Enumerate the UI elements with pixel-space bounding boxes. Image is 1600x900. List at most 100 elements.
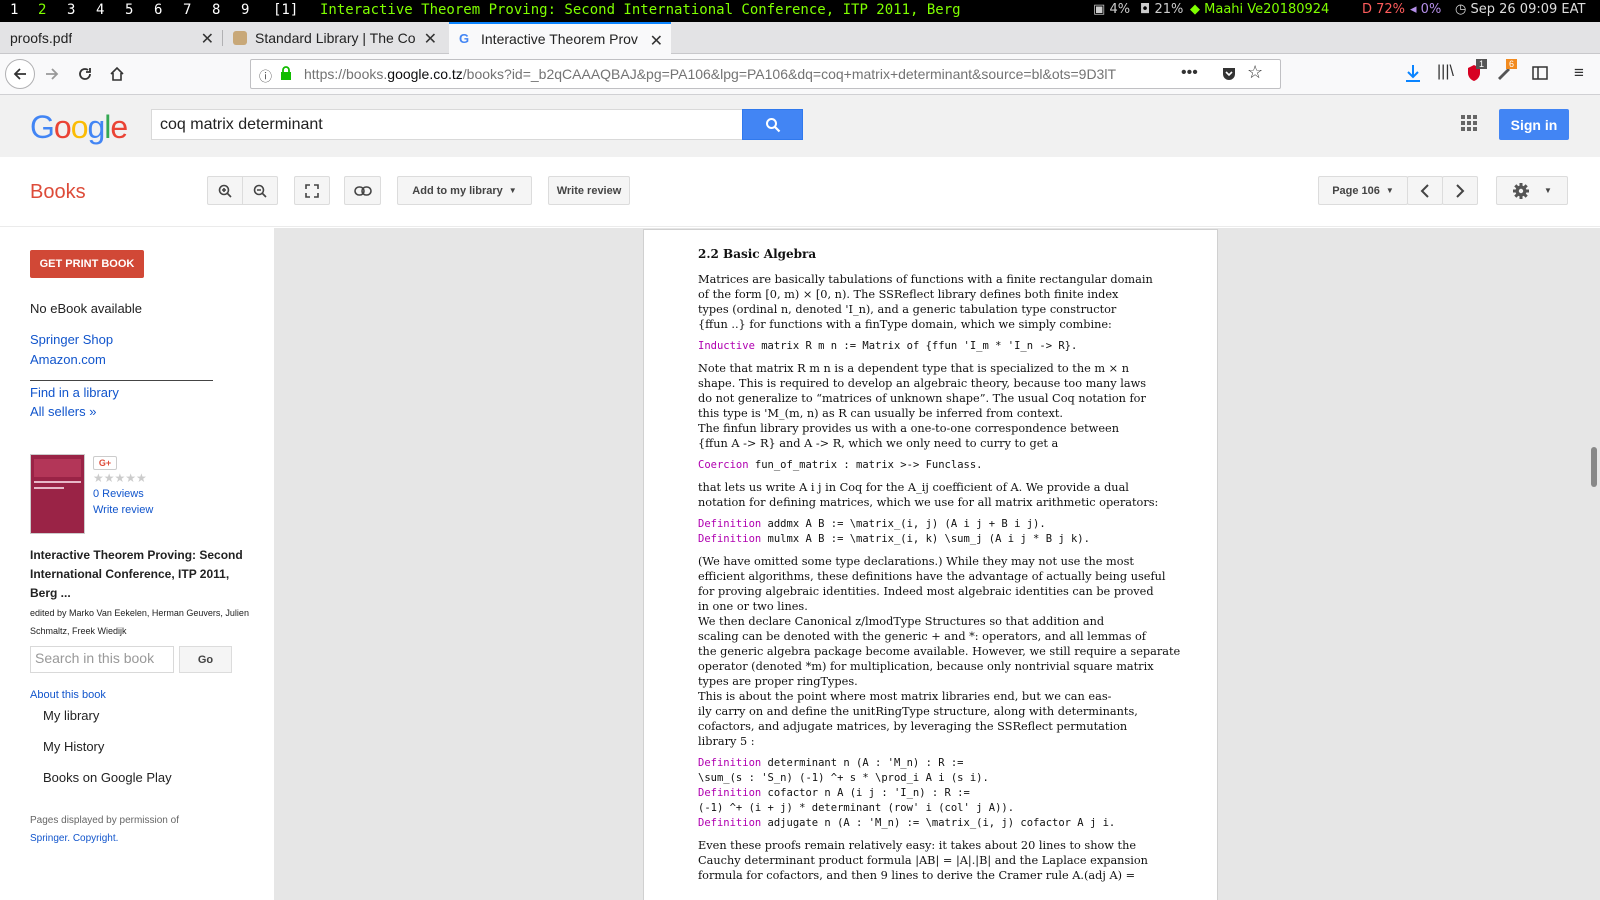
paragraph-line: Note that matrix R m n is a dependent ty… — [698, 362, 1130, 375]
code-text: fun_of_matrix : matrix >-> Funclass. — [748, 459, 983, 471]
workspace-2[interactable]: 2 — [38, 2, 46, 18]
code-text: adjugate n (A : 'M_n) := \matrix_(i, j) … — [761, 817, 1116, 829]
url-text[interactable]: https://books.google.co.tz/books?id=_b2q… — [304, 66, 1164, 82]
paragraph-line: We then declare Canonical z/lmodType Str… — [698, 615, 1105, 628]
all-sellers-link[interactable]: All sellers » — [30, 404, 96, 419]
close-icon[interactable]: ✕ — [201, 29, 214, 49]
caret-down-icon: ▼ — [1544, 186, 1552, 195]
close-icon[interactable]: ✕ — [650, 31, 663, 51]
books-label[interactable]: Books — [30, 181, 86, 204]
workspace-1[interactable]: 1 — [10, 2, 18, 18]
forward-arrow-icon[interactable] — [38, 60, 66, 88]
paragraph-line: ily carry on and define the unitRingType… — [698, 705, 1138, 718]
zoom-in-button[interactable] — [207, 176, 243, 205]
link-button[interactable] — [344, 176, 381, 205]
section-heading: 2.2 Basic Algebra — [698, 247, 817, 261]
book-page-viewer[interactable]: 2.2 Basic Algebra Matrices are basically… — [274, 228, 1600, 900]
sign-in-button[interactable]: Sign in — [1499, 109, 1569, 140]
paragraph-line: notation for defining matrices, which we… — [698, 496, 1159, 509]
apps-grid-icon[interactable] — [1461, 115, 1477, 131]
workspace-scratch[interactable]: [1] — [273, 2, 298, 18]
extension-icon[interactable]: 6 — [1496, 59, 1518, 85]
google-icon: G — [459, 31, 470, 46]
workspace-8[interactable]: 8 — [212, 2, 220, 18]
shield-icon[interactable]: 1 — [1466, 59, 1488, 87]
back-arrow-icon[interactable] — [5, 59, 35, 89]
my-history-link[interactable]: My History — [43, 739, 104, 754]
reload-icon[interactable] — [71, 60, 99, 88]
amazon-link[interactable]: Amazon.com — [30, 352, 106, 367]
go-button[interactable]: Go — [179, 646, 232, 673]
my-library-link[interactable]: My library — [43, 708, 99, 723]
pocket-icon[interactable] — [1221, 66, 1237, 87]
focused-window-title: Interactive Theorem Proving: Second Inte… — [320, 2, 961, 18]
bookmark-star-icon[interactable]: ☆ — [1247, 62, 1263, 83]
book-editors: edited by Marko Van Eekelen, Herman Geuv… — [30, 608, 249, 636]
battery-status: D 72% — [1362, 2, 1406, 17]
book-page: 2.2 Basic Algebra Matrices are basically… — [643, 229, 1218, 900]
code-line: Definition addmx A B := \matrix_(i, j) (… — [698, 517, 1046, 532]
info-icon[interactable]: ⓘ — [259, 66, 272, 85]
book-title: Interactive Theorem Proving: Second Inte… — [30, 548, 243, 600]
paragraph-line: efficient algorithms, these definitions … — [698, 570, 1166, 583]
about-book-link[interactable]: About this book — [30, 689, 106, 701]
volume-icon: ◂ — [1410, 2, 1417, 17]
paragraph-line: that lets us write A i j in Coq for the … — [698, 481, 1129, 494]
workspace-9[interactable]: 9 — [241, 2, 249, 18]
cpu-status: ▣ 4% — [1093, 2, 1130, 17]
wifi-status: ◆ Maahi Ve20180924 — [1190, 2, 1329, 17]
sidebar-toggle-icon[interactable] — [1532, 65, 1548, 86]
settings-button[interactable]: ▼ — [1496, 176, 1568, 205]
google-plus-icon[interactable]: G+ — [93, 456, 117, 470]
workspace-5[interactable]: 5 — [125, 2, 133, 18]
address-bar[interactable]: ⓘ https://books.google.co.tz/books?id=_b… — [250, 59, 1281, 89]
add-to-library-button[interactable]: Add to my library ▼ — [397, 176, 532, 205]
caret-down-icon: ▼ — [1385, 186, 1394, 195]
google-logo[interactable]: Google — [30, 109, 128, 146]
get-print-book-button[interactable]: GET PRINT BOOK — [30, 250, 144, 278]
page-actions-icon[interactable]: ••• — [1181, 64, 1198, 82]
code-line: Definition determinant n (A : 'M_n) : R … — [698, 756, 964, 771]
find-in-library-link[interactable]: Find in a library — [30, 385, 119, 400]
tab-standard-library[interactable]: Standard Library | The Co ✕ — [223, 22, 445, 54]
paragraph-line: types are proper ringTypes. — [698, 675, 858, 688]
copyright-link[interactable]: Copyright — [73, 833, 116, 844]
write-review-button[interactable]: Write review — [548, 176, 630, 205]
scrollbar-thumb[interactable] — [1591, 447, 1597, 487]
springer-shop-link[interactable]: Springer Shop — [30, 332, 113, 347]
book-cover-image[interactable] — [30, 454, 85, 534]
home-icon[interactable] — [103, 60, 131, 88]
reviews-count-link[interactable]: 0 Reviews — [93, 488, 144, 500]
next-page-button[interactable] — [1442, 176, 1478, 205]
search-button[interactable] — [742, 109, 803, 140]
downloads-icon[interactable] — [1404, 63, 1422, 88]
library-icon[interactable]: |||\ — [1437, 63, 1454, 81]
page-selector-button[interactable]: Page 106 ▼ — [1318, 176, 1408, 205]
write-review-link[interactable]: Write review — [93, 504, 153, 516]
add-to-library-label: Add to my library — [412, 184, 503, 197]
paragraph-line: The finfun library provides us with a on… — [698, 422, 1119, 435]
workspace-6[interactable]: 6 — [154, 2, 162, 18]
tab-interactive-theorem-proving[interactable]: G Interactive Theorem Prov ✕ — [449, 22, 671, 54]
paragraph-line: scaling can be denoted with the generic … — [698, 630, 1146, 643]
search-in-book-input[interactable]: Search in this book — [30, 646, 174, 673]
workspace-7[interactable]: 7 — [183, 2, 191, 18]
lock-icon[interactable] — [279, 65, 293, 86]
books-on-google-play-link[interactable]: Books on Google Play — [43, 770, 172, 785]
springer-link[interactable]: Springer — [30, 833, 67, 844]
chevron-right-icon — [1456, 183, 1465, 198]
close-icon[interactable]: ✕ — [424, 29, 437, 49]
workspace-3[interactable]: 3 — [67, 2, 75, 18]
tab-proofs-pdf[interactable]: proofs.pdf ✕ — [0, 22, 222, 54]
fullscreen-button[interactable] — [294, 176, 330, 205]
search-input[interactable]: coq matrix determinant — [151, 109, 743, 140]
i3-status-bar: 1 2 3 4 5 6 7 8 9 [1] Interactive Theore… — [0, 0, 1600, 22]
paragraph-line: Even these proofs remain relatively easy… — [698, 839, 1137, 852]
menu-hamburger-icon[interactable]: ≡ — [1574, 63, 1584, 83]
zoom-out-button[interactable] — [242, 176, 278, 205]
paragraph-line: (We have omitted some type declarations.… — [698, 555, 1134, 568]
divider — [30, 380, 213, 381]
workspace-4[interactable]: 4 — [96, 2, 104, 18]
url-path: /books?id=_b2qCAAAQBAJ&pg=PA106&lpg=PA10… — [462, 66, 1117, 82]
previous-page-button[interactable] — [1407, 176, 1443, 205]
